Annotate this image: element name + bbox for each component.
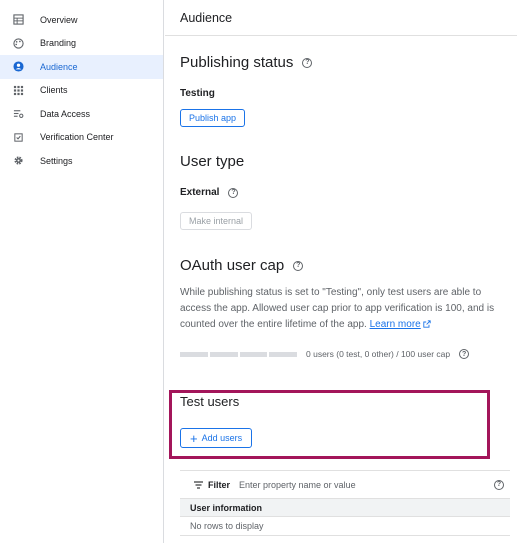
user-cap-usage-text: 0 users (0 test, 0 other) / 100 user cap	[306, 349, 451, 359]
sidebar-item-clients[interactable]: Clients	[0, 79, 163, 103]
user-cap-progress-bar	[180, 351, 297, 357]
user-type-section-title: User type	[180, 153, 507, 170]
sidebar-item-verification-center[interactable]: Verification Center	[0, 126, 163, 150]
sidebar-item-label: Settings	[40, 155, 73, 166]
sidebar-item-overview[interactable]: Overview	[0, 8, 163, 32]
palette-icon	[12, 37, 24, 49]
external-link-icon	[423, 320, 431, 328]
sidebar-item-label: Clients	[40, 85, 68, 96]
user-type-row: External ?	[180, 187, 507, 198]
sidebar-item-label: Audience	[40, 61, 78, 72]
publishing-status-title: Publishing status	[180, 54, 294, 71]
oauth-cap-description: While publishing status is set to "Testi…	[180, 285, 515, 333]
learn-more-link[interactable]: Learn more	[370, 319, 421, 330]
oauth-cap-title: OAuth user cap	[180, 257, 285, 274]
plus-icon: +	[190, 430, 198, 446]
add-users-button[interactable]: + Add users	[180, 428, 253, 448]
user-cap-usage: 0 users (0 test, 0 other) / 100 user cap…	[180, 349, 507, 359]
add-users-label: Add users	[201, 433, 243, 443]
test-users-title: Test users	[180, 394, 240, 409]
table-empty-message: No rows to display	[180, 517, 510, 536]
publishing-status-value: Testing	[180, 88, 215, 99]
content-area: Publishing status ? Testing Publish app …	[165, 54, 517, 359]
sidebar-item-data-access[interactable]: Data Access	[0, 102, 163, 126]
sidebar: Overview Branding Audience Clients Data …	[0, 0, 164, 543]
user-type-title: User type	[180, 153, 245, 170]
help-icon[interactable]: ?	[459, 349, 470, 359]
table-header-user-information[interactable]: User information	[180, 498, 510, 517]
sidebar-item-label: Overview	[40, 14, 78, 25]
page-title: Audience	[165, 0, 517, 36]
grid-icon	[12, 84, 24, 96]
publishing-status-section-title: Publishing status ?	[180, 54, 507, 71]
filter-input[interactable]	[239, 479, 470, 490]
make-internal-button: Make internal	[180, 212, 253, 230]
learn-more-label: Learn more	[369, 319, 421, 330]
sidebar-item-audience[interactable]: Audience	[0, 55, 163, 79]
filter-label: Filter	[208, 479, 231, 490]
help-icon[interactable]: ?	[302, 57, 313, 68]
person-circle-icon	[12, 61, 24, 73]
sidebar-item-label: Branding	[40, 38, 77, 49]
sidebar-item-label: Verification Center	[40, 132, 114, 143]
filter-bar: Filter ?	[180, 471, 510, 498]
oauth-cap-section-title: OAuth user cap ?	[180, 257, 507, 274]
filter-settings-icon	[12, 108, 24, 120]
test-users-table: Filter ? User information No rows to dis…	[180, 470, 510, 536]
sidebar-item-branding[interactable]: Branding	[0, 32, 163, 56]
oauth-cap-description-text: While publishing status is set to "Testi…	[180, 287, 495, 330]
check-box-icon	[12, 131, 24, 143]
filter-icon[interactable]	[193, 480, 204, 490]
gear-icon	[12, 155, 24, 167]
sidebar-item-settings[interactable]: Settings	[0, 149, 163, 173]
user-type-value: External	[180, 187, 220, 198]
publish-app-button[interactable]: Publish app	[180, 109, 246, 127]
sidebar-item-label: Data Access	[40, 108, 91, 119]
help-icon[interactable]: ?	[293, 260, 304, 271]
table-icon	[12, 14, 24, 26]
main-content: Audience Publishing status ? Testing Pub…	[165, 0, 517, 543]
help-icon[interactable]: ?	[494, 479, 504, 490]
help-icon[interactable]: ?	[228, 187, 239, 198]
